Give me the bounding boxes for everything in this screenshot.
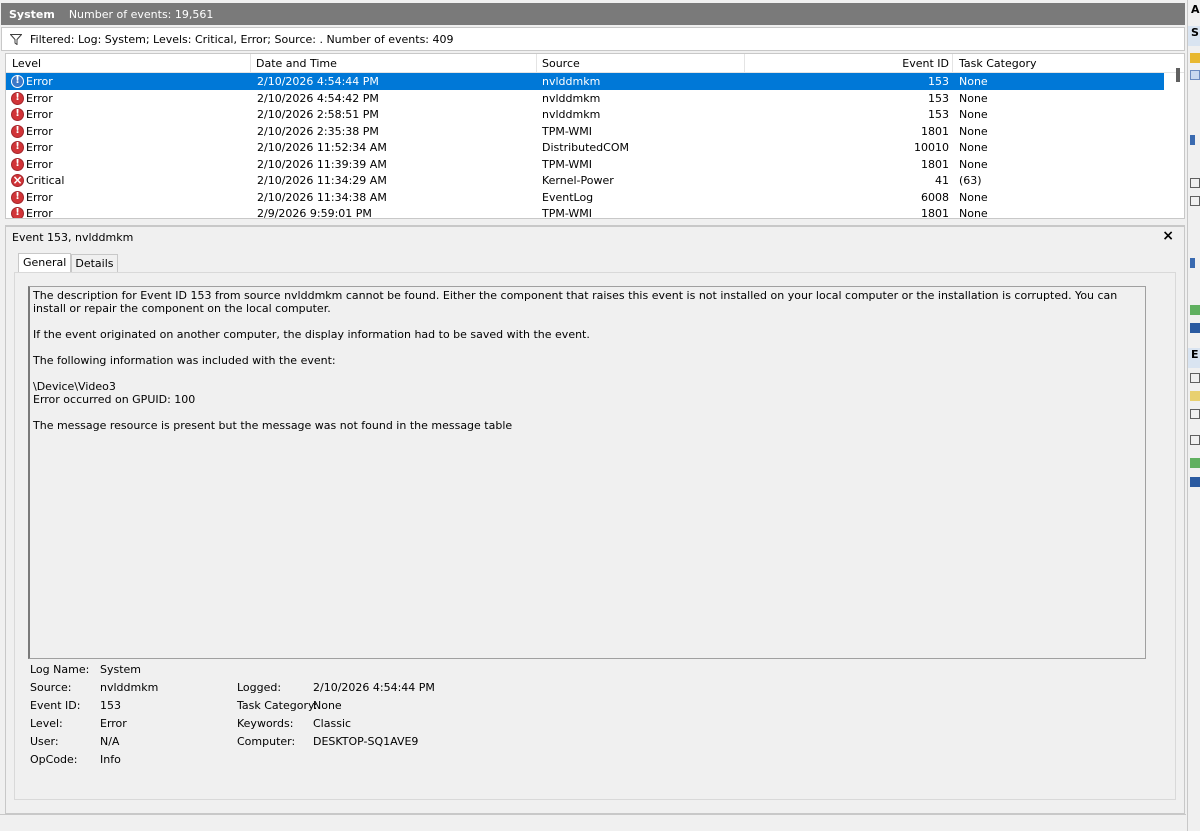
table-row[interactable]: Error2/10/2026 2:58:51 PMnvlddmkm153None [6,106,1184,123]
cell-event-id: 6008 [921,190,949,204]
event-count: Number of events: 19,561 [68,7,214,21]
find-icon[interactable] [1190,196,1200,206]
prop-value-level: Error [100,717,127,730]
prop-value-keywords: Classic [313,717,352,730]
event-refresh-icon[interactable] [1190,458,1200,468]
description-paragraph: The description for Event ID 153 from so… [33,289,1118,315]
cell-event-id: 153 [928,91,949,105]
attach-task-icon[interactable] [1190,258,1200,268]
event-help-icon[interactable] [1190,477,1200,487]
prop-label-computer: Computer: [237,735,296,748]
column-header-task-category[interactable]: Task Category [959,57,1036,70]
description-paragraph: The following information was included w… [33,354,336,367]
column-header-level[interactable]: Level [12,57,41,70]
cell-task-category: None [959,91,988,105]
event-description-box[interactable]: The description for Event ID 153 from so… [28,286,1146,659]
table-row[interactable]: Error2/10/2026 11:52:34 AMDistributedCOM… [6,139,1184,156]
prop-label-log-name: Log Name: [30,663,90,676]
description-paragraph: If the event originated on another compu… [33,328,590,341]
filter-log-icon[interactable] [1190,135,1200,145]
event-properties-icon[interactable] [1190,373,1200,383]
tab-details[interactable]: Details [71,254,118,272]
table-row[interactable]: Error2/10/2026 11:34:38 AMEventLog6008No… [6,189,1184,206]
cell-event-id: 1801 [921,207,949,219]
prop-value-event-id: 153 [100,699,121,712]
create-view-icon[interactable] [1190,70,1200,80]
cell-task-category: None [959,207,988,219]
prop-value-task-category: None [313,699,342,712]
table-row[interactable]: Error2/10/2026 11:39:39 AMTPM-WMI1801Non… [6,156,1184,173]
detail-tabs: General Details [18,253,118,272]
prop-label-level: Level: [30,717,63,730]
prop-value-computer: DESKTOP-SQ1AVE9 [313,735,419,748]
actions-section-header[interactable]: S [1188,26,1200,46]
filter-description: Filtered: Log: System; Levels: Critical,… [30,32,454,46]
events-grid[interactable]: Level Date and Time Source Event ID Task… [5,53,1185,219]
table-row[interactable]: Error2/10/2026 4:54:44 PMnvlddmkm153None [6,73,1164,90]
open-log-icon[interactable] [1190,53,1200,63]
cell-task-category: None [959,108,988,121]
refresh-icon[interactable] [1190,305,1200,315]
prop-label-user: User: [30,735,59,748]
cell-task-category: None [959,157,988,171]
prop-label-source: Source: [30,681,72,694]
log-name: System [9,7,55,21]
prop-label-keywords: Keywords: [237,717,294,730]
prop-value-user: N/A [100,735,120,748]
cell-task-category: None [959,124,988,138]
table-row[interactable]: Error2/9/2026 9:59:01 PMTPM-WMI1801None [6,205,1184,219]
tab-general[interactable]: General [18,253,72,272]
close-icon[interactable]: × [1162,228,1174,244]
description-line: \Device\Video3 [33,380,116,393]
table-row[interactable]: Error2/10/2026 2:35:38 PMTPM-WMI1801None [6,123,1184,140]
prop-value-log-name: System [100,663,142,676]
prop-value-source: nvlddmkm [100,681,159,694]
filter-icon [10,33,22,45]
column-header-date[interactable]: Date and Time [256,57,337,70]
column-header-event-id[interactable]: Event ID [886,57,949,70]
cell-event-id: 1801 [921,124,949,138]
prop-label-event-id: Event ID: [30,699,81,712]
description-line: Error occurred on GPUID: 100 [33,393,196,406]
cell-event-id: 1801 [921,157,949,171]
cell-task-category: None [959,75,988,88]
cell-event-id: 10010 [914,141,949,154]
cell-event-id: 153 [928,108,949,121]
table-row[interactable]: Critical2/10/2026 11:34:29 AMKernel-Powe… [6,172,1184,189]
cell-task-category: None [959,141,988,154]
column-header-source[interactable]: Source [542,57,580,70]
copy-icon[interactable] [1190,409,1200,419]
prop-value-opcode: Info [100,753,121,766]
prop-label-logged: Logged: [237,681,282,694]
scrollbar-thumb[interactable] [1176,68,1180,82]
status-divider [0,814,1186,815]
detail-title: Event 153, nvlddmkm [12,231,134,244]
actions-header: A [1188,3,1200,23]
event-rows: Error2/10/2026 4:54:44 PMnvlddmkm153None… [6,73,1184,219]
prop-label-task-category: Task Category: [237,699,318,712]
event-viewer-main-pane: System Number of events: 19,561 Filtered… [0,0,1186,831]
table-row[interactable]: Error2/10/2026 4:54:42 PMnvlddmkm153None [6,90,1184,107]
cell-task-category: None [959,190,988,204]
event-actions-header[interactable]: E [1188,348,1200,368]
prop-value-logged: 2/10/2026 4:54:44 PM [313,681,435,694]
save-events-icon[interactable] [1190,435,1200,445]
cell-event-id: 41 [935,174,949,187]
event-detail-pane: Event 153, nvlddmkm × General Details Th… [5,226,1185,814]
prop-label-opcode: OpCode: [30,753,78,766]
description-paragraph: The message resource is present but the … [33,419,513,432]
actions-pane: A S E [1187,0,1200,831]
help-icon[interactable] [1190,323,1200,333]
attach-event-task-icon[interactable] [1190,391,1200,401]
properties-icon[interactable] [1190,178,1200,188]
grid-header: Level Date and Time Source Event ID Task… [6,54,1184,73]
filter-bar: Filtered: Log: System; Levels: Critical,… [1,27,1185,51]
log-title-bar: System Number of events: 19,561 [1,3,1185,25]
cell-event-id: 153 [928,75,949,88]
cell-task-category: (63) [959,174,982,187]
general-tab-panel: The description for Event ID 153 from so… [14,272,1176,800]
